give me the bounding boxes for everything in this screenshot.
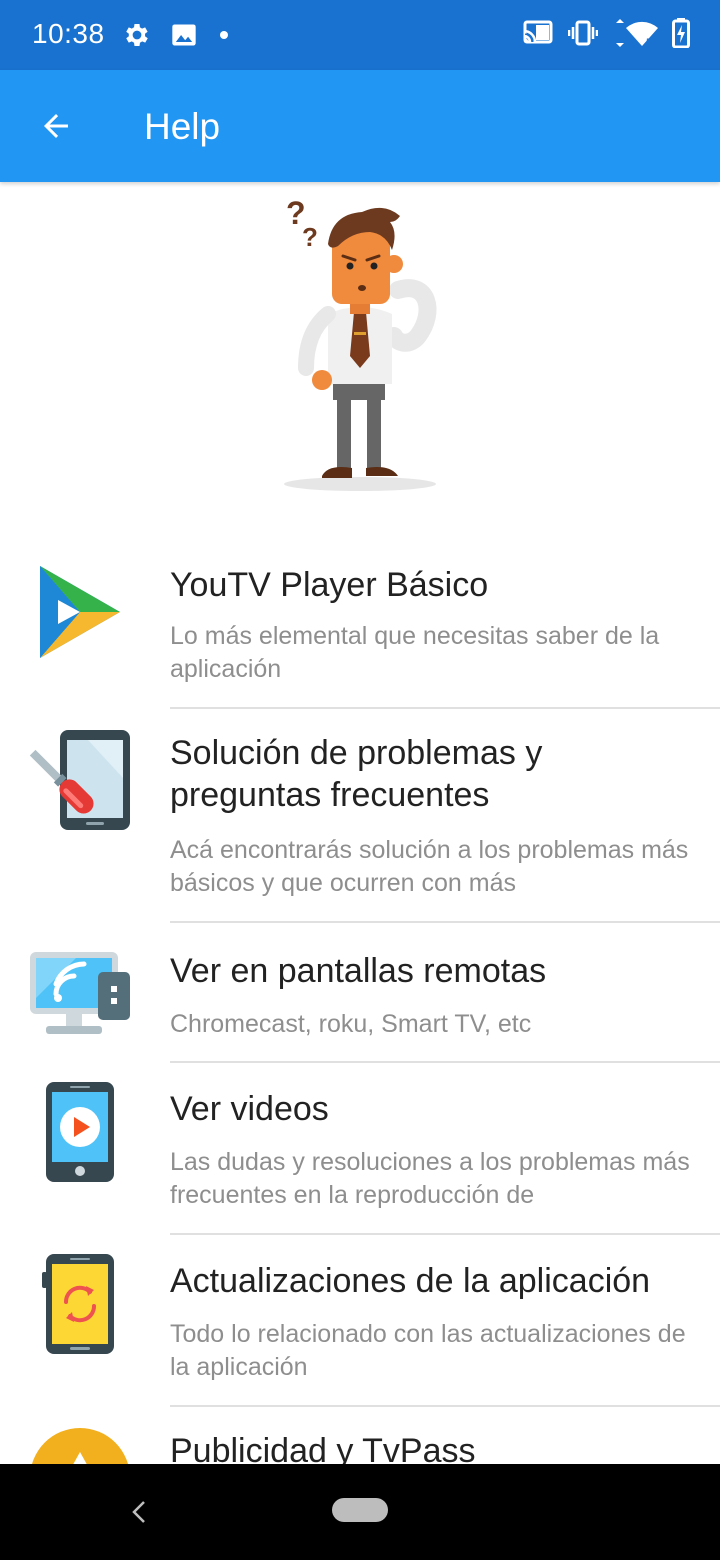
wifi-icon: 5 bbox=[612, 18, 658, 48]
item-title: Publicidad y TvPass bbox=[170, 1432, 476, 1464]
status-bar: 10:38 5 bbox=[0, 0, 720, 70]
confused-man-illustration: ? ? bbox=[270, 194, 450, 504]
monitor-cast-icon bbox=[28, 942, 132, 1046]
home-pill-icon[interactable] bbox=[332, 1498, 388, 1522]
item-description: Todo lo relacionado con las actualizacio… bbox=[170, 1320, 686, 1381]
arrow-left-icon bbox=[44, 114, 68, 138]
image-icon bbox=[170, 21, 198, 49]
dot-icon bbox=[216, 27, 232, 43]
item-description: Chromecast, roku, Smart TV, etc bbox=[170, 1010, 532, 1038]
play-logo-icon bbox=[28, 560, 132, 664]
divider bbox=[170, 1233, 720, 1235]
divider bbox=[170, 921, 720, 923]
item-description: Las dudas y resoluciones a los problemas… bbox=[170, 1148, 690, 1209]
phone-video-icon bbox=[28, 1080, 132, 1184]
help-item-ads-tvpass[interactable]: Publicidad y TvPass bbox=[0, 1408, 720, 1464]
divider bbox=[170, 707, 720, 709]
back-button[interactable] bbox=[24, 98, 88, 154]
help-item-watch-videos[interactable]: Ver videos Las dudas y resoluciones a lo… bbox=[0, 1064, 720, 1235]
status-right-icons: 5 bbox=[522, 18, 690, 48]
item-title: Actualizaciones de la aplicación bbox=[170, 1262, 651, 1300]
chevron-left-icon[interactable] bbox=[126, 1498, 152, 1526]
item-title: Solución de problemas y preguntas frecue… bbox=[170, 734, 543, 814]
status-time: 10:38 bbox=[32, 18, 105, 49]
gear-icon bbox=[122, 20, 152, 50]
divider bbox=[170, 1405, 720, 1407]
item-title: Ver en pantallas remotas bbox=[170, 952, 547, 990]
item-title: YouTV Player Básico bbox=[170, 566, 489, 604]
svg-text:?: ? bbox=[302, 222, 318, 252]
page-title: Help bbox=[144, 106, 221, 147]
svg-text:5: 5 bbox=[646, 37, 652, 48]
vibrate-icon bbox=[568, 19, 598, 47]
item-description: Acá encontrarás solución a los problemas… bbox=[170, 836, 689, 897]
battery-icon bbox=[672, 18, 690, 48]
navigation-bar bbox=[0, 1464, 720, 1560]
help-item-youtv-basic[interactable]: YouTV Player Básico Lo más elemental que… bbox=[0, 540, 720, 709]
cast-icon bbox=[522, 19, 554, 47]
item-title: Ver videos bbox=[170, 1090, 329, 1128]
help-item-troubleshooting[interactable]: Solución de problemas y preguntas frecue… bbox=[0, 710, 720, 923]
tablet-screwdriver-icon bbox=[28, 728, 132, 832]
divider bbox=[170, 1061, 720, 1063]
status-left-icons bbox=[122, 20, 232, 50]
help-item-app-updates[interactable]: Actualizaciones de la aplicación Todo lo… bbox=[0, 1236, 720, 1407]
warning-circle-icon bbox=[28, 1426, 132, 1464]
item-description: Lo más elemental que necesitas saber de … bbox=[170, 622, 660, 683]
phone-refresh-icon bbox=[28, 1252, 132, 1356]
app-bar: Help bbox=[0, 70, 720, 182]
help-item-remote-screens[interactable]: Ver en pantallas remotas Chromecast, rok… bbox=[0, 924, 720, 1063]
